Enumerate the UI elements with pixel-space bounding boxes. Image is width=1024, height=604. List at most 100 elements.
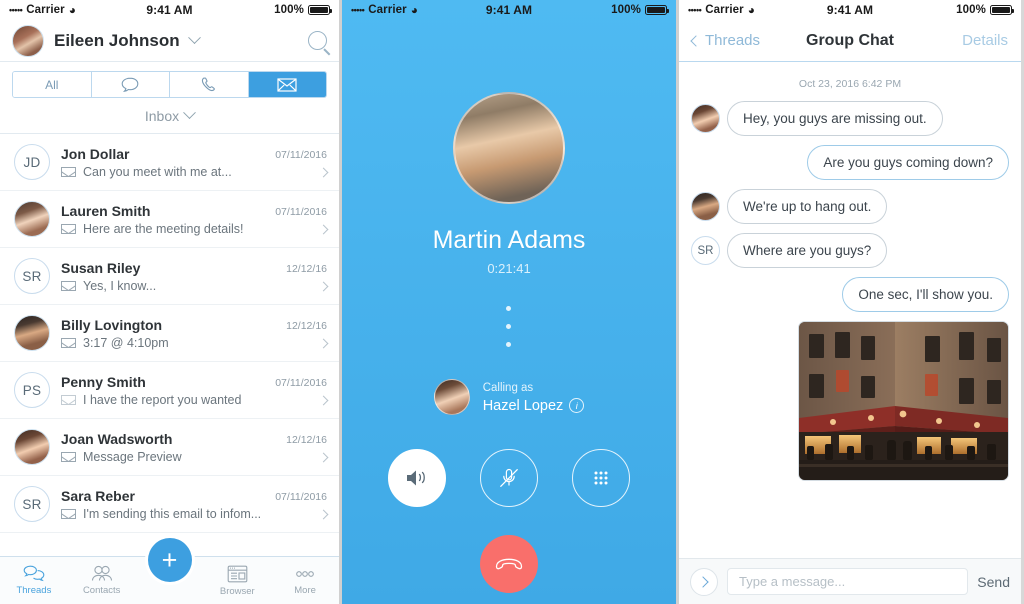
thread-date: 07/11/2016 [275,148,327,161]
three-phone-screens: ••••• Carrier ◕ 9:41 AM 100% Eileen John… [0,0,1024,604]
carrier-label: Carrier [368,4,407,16]
chat-bubbles-icon [23,565,45,582]
chevron-left-icon [690,34,702,47]
tab-label: Contacts [82,585,121,596]
page-title: Eileen Johnson [54,30,180,50]
status-bar-right: 100% [532,4,669,16]
filter-email[interactable] [248,72,326,97]
photo-attachment[interactable] [798,321,1009,481]
list-item: We're up to hang out. [691,189,1009,224]
battery-icon [990,5,1014,15]
calling-as-label: Calling as [482,382,534,395]
tab-contacts[interactable]: Contacts [68,557,136,604]
avatar [453,92,565,204]
message-bubble: Where are you guys? [727,233,888,268]
folder-label: Inbox [144,107,180,124]
envelope-icon [61,166,76,177]
details-button[interactable]: Details [894,32,1008,49]
list-item: One sec, I'll show you. [691,277,1009,312]
thread-name: Susan Riley [61,259,141,276]
message-bubble: Are you guys coming down? [807,145,1009,180]
tab-more[interactable]: More [271,557,339,604]
filter-calls[interactable] [170,72,249,97]
call-background: ••••• Carrier ◕ 9:41 AM 100% Martin Adam… [342,0,676,604]
filter-all[interactable]: All [13,72,92,97]
status-bar-right: 100% [873,4,1014,16]
threads-header: Eileen Johnson [0,20,339,62]
signal-dots-icon: ••••• [688,5,702,15]
thread-preview: Yes, I know... [83,278,157,293]
calling-as[interactable]: Calling as Hazel Lopez i [342,379,676,415]
back-to-threads-button[interactable]: Threads [690,32,806,49]
browser-icon [227,565,248,582]
carrier-label: Carrier [26,4,65,16]
filter-messages[interactable] [91,72,170,97]
thread-preview: I'm sending this email to infom... [83,506,262,521]
end-call-button[interactable] [480,535,538,593]
table-row[interactable]: Joan Wadsworth Message Preview 12/12/16 [0,419,339,476]
expand-button[interactable] [690,567,718,596]
status-bar-right: 100% [193,4,332,16]
avatar: PS [14,372,50,408]
chevron-down-icon[interactable] [187,31,201,45]
chevron-right-icon [318,509,329,519]
thread-name: Joan Wadsworth [61,430,173,447]
avatar [14,201,50,237]
compose-button[interactable]: + [147,538,192,582]
table-row[interactable]: Billy Lovington 3:17 @ 4:10pm 12/12/16 [0,305,339,362]
mute-button[interactable] [480,449,538,507]
speaker-button[interactable] [388,449,446,507]
message-bubble: Hey, you guys are missing out. [727,101,943,136]
tab-label: Browser [219,585,255,597]
chevron-right-icon [318,338,329,348]
table-row[interactable]: SR Sara Reber I'm sending this email to … [0,476,339,533]
ellipsis-icon [296,571,314,577]
filter-segmented-control[interactable]: All [12,71,327,98]
send-button[interactable]: Send [977,574,1010,590]
avatar: SR [14,258,50,294]
threads-screen: ••••• Carrier ◕ 9:41 AM 100% Eileen John… [0,0,342,604]
keypad-button[interactable] [572,449,630,507]
table-row[interactable]: SR Susan Riley Yes, I know... 12/12/16 [0,248,339,305]
folder-selector[interactable]: Inbox [0,98,339,134]
chat-timestamp: Oct 23, 2016 6:42 PM [798,78,902,90]
contacts-icon [91,565,112,581]
status-bar-left: ••••• Carrier ◕ [351,3,486,17]
list-item: Are you guys coming down? [691,145,1009,180]
call-controls [342,449,676,507]
avatar: SR [691,236,720,265]
thread-name: Sara Reber [61,487,135,504]
table-row[interactable]: JD Jon Dollar Can you meet with me at...… [0,134,339,191]
envelope-icon [61,337,76,348]
thread-name: Billy Lovington [61,316,163,333]
thread-date: 12/12/16 [286,319,327,332]
thread-preview: Message Preview [83,449,182,464]
avatar [691,104,720,133]
status-bar-left: ••••• Carrier ◕ [9,3,146,17]
thread-date: 12/12/16 [286,262,327,275]
message-input[interactable]: Type a message... [727,568,969,595]
info-icon[interactable]: i [569,398,585,414]
tab-threads[interactable]: Threads [0,557,68,604]
battery-percent-label: 100% [611,4,641,16]
status-bar-left: ••••• Carrier ◕ [688,3,827,17]
cafe-photo [799,322,1008,480]
table-row[interactable]: Lauren Smith Here are the meeting detail… [0,191,339,248]
message-list: Oct 23, 2016 6:42 PM Hey, you guys are m… [679,62,1021,481]
clock-label: 9:41 AM [146,3,193,17]
table-row[interactable]: PS Penny Smith I have the report you wan… [0,362,339,419]
calling-as-name-row: Hazel Lopez i [483,398,585,414]
mic-muted-icon [500,468,518,487]
thread-name: Penny Smith [61,373,146,390]
avatar: JD [14,144,50,180]
wifi-icon: ◕ [68,3,77,17]
tab-browser[interactable]: Browser [203,557,271,604]
thread-date: 07/11/2016 [275,376,327,389]
clock-label: 9:41 AM [485,3,533,17]
search-icon[interactable] [308,31,327,50]
avatar[interactable] [12,24,44,57]
thread-list: JD Jon Dollar Can you meet with me at...… [0,134,339,533]
tab-label: More [294,585,316,596]
chat-bubble-icon [121,77,139,92]
phone-icon [202,77,216,92]
